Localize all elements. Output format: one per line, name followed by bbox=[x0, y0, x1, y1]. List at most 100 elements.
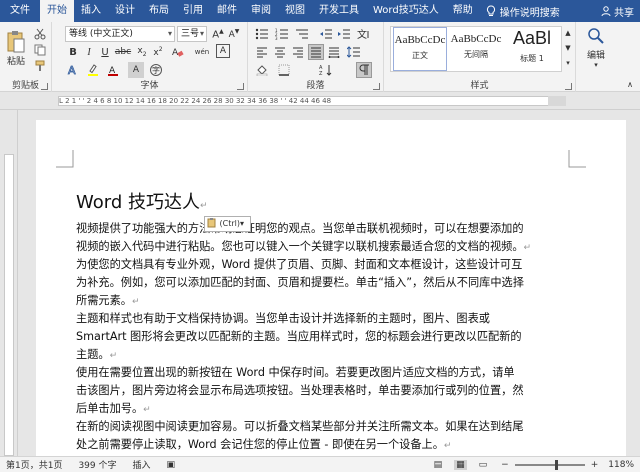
macro-record-icon[interactable]: ▣ bbox=[167, 460, 176, 470]
bold-button[interactable]: B bbox=[65, 44, 81, 60]
character-shading-button[interactable]: A bbox=[128, 62, 144, 78]
editing-button[interactable]: 编辑 ▾ bbox=[582, 26, 610, 70]
shrink-font-button[interactable]: A▼ bbox=[226, 26, 242, 42]
style-no-spacing[interactable]: AaBbCcDc 无间隔 bbox=[449, 27, 503, 71]
font-color-button[interactable]: A bbox=[105, 62, 121, 78]
ruler-ticks: L 2 1 ' ' 2 4 6 8 10 12 14 16 18 20 22 2… bbox=[58, 96, 566, 106]
paste-button[interactable]: 粘贴 bbox=[4, 26, 28, 70]
print-layout-icon[interactable]: ▦ bbox=[454, 459, 467, 470]
underline-button[interactable]: U bbox=[97, 44, 113, 60]
tell-me-search[interactable]: 操作说明搜索 bbox=[480, 4, 566, 19]
clipboard-group: 粘贴 剪贴板 bbox=[0, 22, 52, 92]
tab-view[interactable]: 视图 bbox=[278, 0, 312, 22]
increase-indent-button[interactable] bbox=[336, 26, 352, 42]
zoom-slider[interactable] bbox=[514, 459, 585, 470]
style-heading-1[interactable]: AaBl 标题 1 bbox=[505, 27, 559, 71]
tab-mailings[interactable]: 邮件 bbox=[210, 0, 244, 22]
tab-developer[interactable]: 开发工具 bbox=[312, 0, 366, 22]
align-right-button[interactable] bbox=[290, 44, 306, 60]
justify-button[interactable] bbox=[308, 44, 324, 60]
web-layout-icon[interactable]: ▭ bbox=[479, 460, 488, 470]
pilcrow-icon bbox=[359, 64, 369, 75]
shading-button[interactable] bbox=[254, 62, 270, 78]
distributed-button[interactable] bbox=[326, 44, 342, 60]
align-left-button[interactable] bbox=[254, 44, 270, 60]
font-size-combo[interactable]: 三号 ▾ bbox=[177, 26, 207, 42]
tab-insert[interactable]: 插入 bbox=[74, 0, 108, 22]
read-mode-icon[interactable]: ▤ bbox=[434, 460, 443, 470]
paragraph-3[interactable]: 主题和样式也有助于文档保持协调。当您单击设计并选择新的主题时，图片、图表或 Sm… bbox=[76, 310, 580, 365]
phonetic-guide-icon: wén bbox=[194, 48, 210, 56]
align-center-button[interactable] bbox=[272, 44, 288, 60]
page-count[interactable]: 第1页，共1页 bbox=[6, 458, 62, 471]
highlight-button[interactable] bbox=[85, 62, 101, 78]
styles-launcher[interactable] bbox=[565, 83, 572, 90]
style-normal-sample: AaBbCcDc bbox=[394, 34, 446, 46]
styles-scroll-down-button[interactable]: ▼ bbox=[563, 41, 573, 55]
format-painter-button[interactable] bbox=[32, 58, 48, 74]
paragraph-2-line-2: 为补充。例如，您可以添加匹配的封面、页眉和提要栏。单击“插入”，然后从不同库中选… bbox=[76, 276, 524, 289]
word-count[interactable]: 399 个字 bbox=[78, 458, 116, 471]
tab-file[interactable]: 文件 bbox=[0, 0, 40, 22]
clear-formatting-button[interactable]: A bbox=[170, 44, 186, 60]
font-name-combo[interactable]: 等线 (中文正文) ▾ bbox=[65, 26, 175, 42]
character-border-button[interactable]: A bbox=[216, 44, 230, 58]
copy-button[interactable] bbox=[32, 42, 48, 58]
tab-home[interactable]: 开始 bbox=[40, 0, 74, 22]
paste-label: 粘贴 bbox=[6, 56, 25, 67]
paragraph-2[interactable]: 为使您的文档具有专业外观，Word 提供了页眉、页脚、封面和文本框设计，这些设计… bbox=[76, 256, 580, 311]
decrease-indent-button[interactable] bbox=[318, 26, 334, 42]
paste-options-button[interactable]: (Ctrl)▾ bbox=[204, 216, 251, 232]
font-launcher[interactable] bbox=[237, 83, 244, 90]
share-button[interactable]: 共享 bbox=[595, 4, 640, 19]
tab-review[interactable]: 审阅 bbox=[244, 0, 278, 22]
document-title[interactable]: Word 技巧达人↵ bbox=[76, 188, 208, 214]
italic-button[interactable]: I bbox=[81, 44, 97, 60]
superscript-button[interactable]: x2 bbox=[150, 44, 166, 60]
document-area[interactable]: Word 技巧达人↵ 视频提供了功能强大的方法帮助您证明您的观点。当您单击联机视… bbox=[18, 110, 628, 456]
horizontal-ruler[interactable]: L 2 1 ' ' 2 4 6 8 10 12 14 16 18 20 22 2… bbox=[0, 92, 640, 110]
underline-icon: U bbox=[101, 46, 109, 58]
tab-design[interactable]: 设计 bbox=[108, 0, 142, 22]
paragraph-launcher[interactable] bbox=[373, 83, 380, 90]
zoom-out-button[interactable]: − bbox=[501, 460, 509, 470]
text-effects-button[interactable]: A bbox=[65, 62, 81, 78]
cut-button[interactable] bbox=[32, 26, 48, 42]
grow-font-button[interactable]: A▲ bbox=[210, 26, 226, 42]
zoom-in-button[interactable]: + bbox=[591, 460, 599, 470]
zoom-slider-thumb[interactable] bbox=[554, 459, 558, 470]
styles-more-button[interactable]: ▾ bbox=[563, 56, 573, 70]
style-normal[interactable]: AaBbCcDc 正文 bbox=[393, 27, 447, 71]
styles-scroll-up-button[interactable]: ▲ bbox=[563, 26, 573, 40]
tab-layout[interactable]: 布局 bbox=[142, 0, 176, 22]
vertical-scrollbar[interactable] bbox=[628, 110, 640, 456]
paragraph-1[interactable]: 视频提供了功能强大的方法帮助您证明您的观点。当您单击联机视频时，可以在想要添加的… bbox=[76, 220, 580, 257]
clipboard-launcher[interactable] bbox=[41, 83, 48, 90]
bullets-button[interactable] bbox=[254, 26, 270, 42]
zoom-level[interactable]: 118% bbox=[608, 460, 634, 470]
phonetic-guide-button[interactable]: wén bbox=[192, 44, 212, 60]
insert-mode[interactable]: 插入 bbox=[133, 458, 151, 471]
borders-button[interactable] bbox=[276, 62, 292, 78]
show-hide-marks-button[interactable] bbox=[356, 62, 372, 78]
paragraph-4[interactable]: 使用在需要位置出现的新按钮在 Word 中保存时间。若要更改图片适应文档的方式，… bbox=[76, 364, 580, 419]
decrease-indent-icon bbox=[320, 29, 332, 39]
paragraph-5[interactable]: 在新的阅读视图中阅读更加容易。可以折叠文档某些部分并关注所需文本。如果在达到结尾… bbox=[76, 418, 580, 455]
numbered-list-icon: 123 bbox=[275, 28, 288, 40]
multilevel-list-button[interactable] bbox=[294, 26, 310, 42]
chinese-layout-button[interactable]: 文 bbox=[356, 26, 372, 42]
tab-word-tips[interactable]: Word技巧达人 bbox=[366, 0, 446, 22]
numbering-button[interactable]: 123 bbox=[274, 26, 290, 42]
enclose-characters-button[interactable]: 字 bbox=[148, 62, 164, 78]
vertical-ruler[interactable] bbox=[0, 110, 18, 456]
paragraph-2-line-1: 为使您的文档具有专业外观，Word 提供了页眉、页脚、封面和文本框设计，这些设计… bbox=[76, 258, 523, 271]
strikethrough-button[interactable]: abc bbox=[115, 44, 131, 60]
tab-help[interactable]: 帮助 bbox=[446, 0, 480, 22]
tab-references[interactable]: 引用 bbox=[176, 0, 210, 22]
subscript-button[interactable]: x2 bbox=[134, 44, 150, 60]
sort-icon: AZ bbox=[319, 65, 332, 76]
sort-button[interactable]: AZ bbox=[318, 62, 334, 78]
collapse-ribbon-button[interactable]: ∧ bbox=[624, 78, 636, 90]
line-spacing-button[interactable] bbox=[346, 44, 362, 60]
document-page[interactable]: Word 技巧达人↵ 视频提供了功能强大的方法帮助您证明您的观点。当您单击联机视… bbox=[36, 120, 626, 456]
